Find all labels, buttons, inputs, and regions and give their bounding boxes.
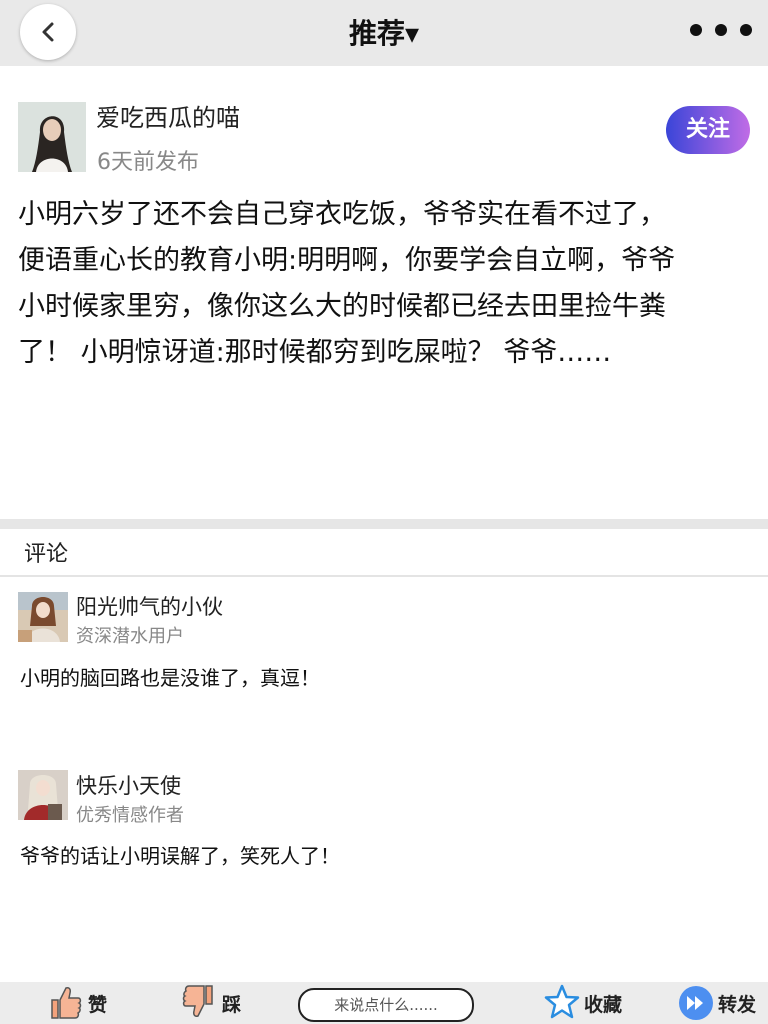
commenter-badge: 优秀情感作者 [76,805,184,826]
comment-text: 小明的脑回路也是没谁了，真逗！ [20,666,320,690]
author-name[interactable]: 爱吃西瓜的喵 [96,98,240,133]
comment-text: 爷爷的话让小明误解了，笑死人了！ [20,844,340,868]
post-line: 了！ 小明惊讶道:那时候都穷到吃屎啦？ 爷爷…… [18,337,612,368]
comment-input[interactable]: 来说点什么...... [298,988,474,1022]
feed-selector-title[interactable]: 推荐▾ [0,12,768,52]
dislike-label: 踩 [222,994,242,1016]
post-line: 小时候家里穷，像你这么大的时候都已经去田里捡牛粪 [18,291,666,322]
share-label: 转发 [718,994,757,1016]
commenter-name[interactable]: 阳光帅气的小伙 [76,591,223,621]
post-line: 便语重心长的教育小明:明明啊，你要学会自立啊，爷爷 [18,245,676,276]
commenter-avatar[interactable] [18,770,68,820]
collect-label: 收藏 [584,994,623,1016]
commenter-name[interactable]: 快乐小天使 [76,770,181,800]
more-options-icon[interactable] [690,24,752,38]
top-nav-bar: 推荐▾ [0,0,768,66]
author-avatar[interactable] [18,102,86,172]
commenter-avatar[interactable] [18,592,68,642]
post-line: 小明六岁了还不会自己穿衣吃饭，爷爷实在看不过了， [18,199,666,230]
thumbs-up-icon [51,987,82,1019]
follow-button[interactable]: 关注 [666,106,750,154]
fast-forward-icon [679,986,713,1020]
star-icon [544,984,580,1019]
section-divider [0,519,768,529]
dislike-button[interactable]: 踩 [182,982,252,1024]
share-button[interactable]: 转发 [678,982,758,1024]
post-content: 小明六岁了还不会自己穿衣吃饭，爷爷实在看不过了， 便语重心长的教育小明:明明啊，… [18,192,750,376]
bottom-action-bar: 赞 踩 来说点什么...... 收藏 转发 [0,982,768,1024]
like-label: 赞 [88,994,108,1016]
divider [0,575,768,577]
post-timestamp: 6天前发布 [97,150,199,175]
like-button[interactable]: 赞 [48,982,118,1024]
collect-button[interactable]: 收藏 [544,982,624,1024]
commenter-badge: 资深潜水用户 [76,626,184,647]
comments-heading: 评论 [24,542,69,567]
thumbs-down-icon [182,985,213,1017]
